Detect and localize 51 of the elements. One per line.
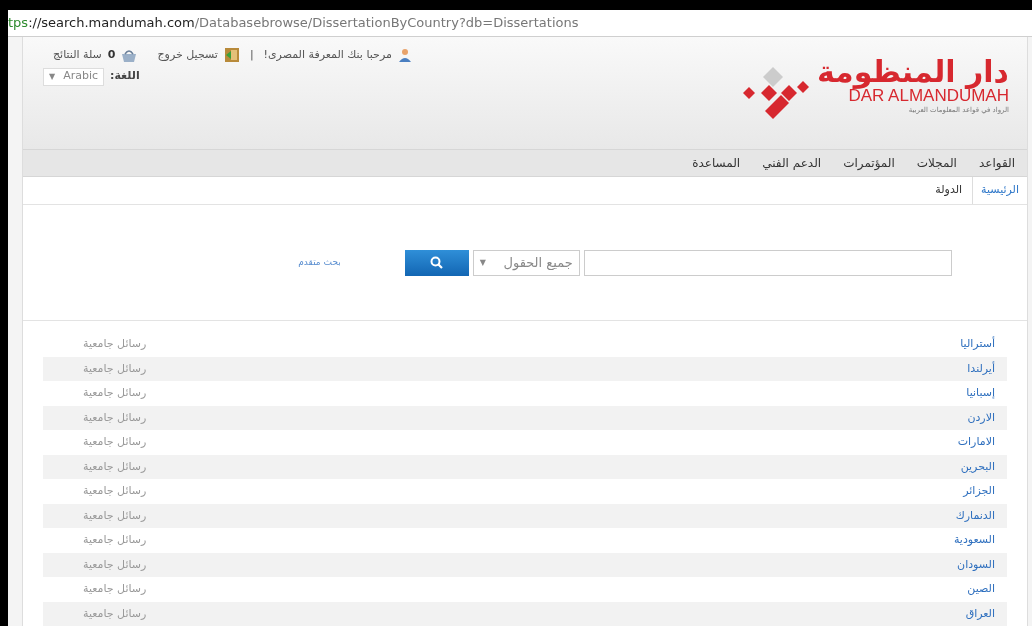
url-host: ://search.mandumah.com xyxy=(28,14,195,33)
logout-link[interactable]: تسجيل خروج xyxy=(157,47,218,64)
field-select[interactable]: جميع الحقول ▼ xyxy=(472,249,580,276)
basket-icon xyxy=(121,48,138,62)
advanced-search-link[interactable]: بحث متقدم xyxy=(298,255,341,270)
separator-text: | xyxy=(249,47,254,63)
type-label: رسائل جامعية xyxy=(83,507,147,524)
country-link[interactable]: السودان xyxy=(957,556,995,573)
type-label: رسائل جامعية xyxy=(83,581,147,597)
type-label: رسائل جامعية xyxy=(83,360,147,377)
welcome-text: مرحبا بنك المعرفة المصرى! xyxy=(263,47,392,63)
country-link[interactable]: الجزائر xyxy=(963,483,995,500)
door-exit-icon xyxy=(223,48,240,63)
country-link[interactable]: البحرين xyxy=(960,458,995,475)
breadcrumb-current: الدولة xyxy=(934,182,964,199)
breadcrumb-link[interactable]: الرئيسية xyxy=(972,177,1027,204)
search-icon xyxy=(430,256,444,269)
language-select[interactable]: ▼ Arabic xyxy=(43,67,105,86)
country-link[interactable]: العراق xyxy=(965,605,995,622)
country-link[interactable]: السعودية xyxy=(953,532,995,549)
type-label: رسائل جامعية xyxy=(83,385,147,401)
country-link[interactable]: إسبانيا xyxy=(966,385,995,402)
cart-link[interactable]: سلة النتائج xyxy=(53,47,102,64)
country-link[interactable]: الصين xyxy=(967,581,995,598)
type-label: رسائل جامعية xyxy=(83,532,147,548)
user-icon xyxy=(397,48,412,63)
country-link[interactable]: أيرلندا xyxy=(967,360,995,377)
nav-item[interactable]: المؤتمرات xyxy=(843,154,895,172)
nav-item[interactable]: المجلات xyxy=(916,154,957,172)
type-label: رسائل جامعية xyxy=(83,605,147,622)
country-link[interactable]: الاردن xyxy=(967,409,995,426)
type-label: رسائل جامعية xyxy=(83,434,147,450)
url-scheme: tps xyxy=(8,14,29,33)
nav-item[interactable]: الدعم الفني xyxy=(762,154,822,172)
type-label: رسائل جامعية xyxy=(83,458,147,475)
country-link[interactable]: الامارات xyxy=(957,434,995,451)
type-label: رسائل جامعية xyxy=(83,483,147,499)
nav-item[interactable]: المساعدة xyxy=(692,154,741,172)
search-button[interactable] xyxy=(404,249,469,276)
cart-count: 0 xyxy=(107,47,116,63)
nav-item[interactable]: القواعد xyxy=(978,154,1015,172)
address-bar[interactable]: tps://search.mandumah.com/Databasebrowse/DissertationByCountry?db=Dissertations xyxy=(8,10,1032,37)
logo-arabic-text: دار المنظومة xyxy=(816,57,1009,87)
country-link[interactable]: أستراليا xyxy=(960,336,995,353)
search-field[interactable] xyxy=(583,249,952,276)
url-path: /Databasebrowse/DissertationByCountry?db=Dissertations xyxy=(194,14,579,33)
country-link[interactable]: الدنمارك xyxy=(955,507,995,524)
language-label: اللغة: xyxy=(110,68,140,85)
type-label: رسائل جامعية xyxy=(83,556,147,573)
type-label: رسائل جامعية xyxy=(83,336,147,352)
type-label: رسائل جامعية xyxy=(83,409,147,426)
